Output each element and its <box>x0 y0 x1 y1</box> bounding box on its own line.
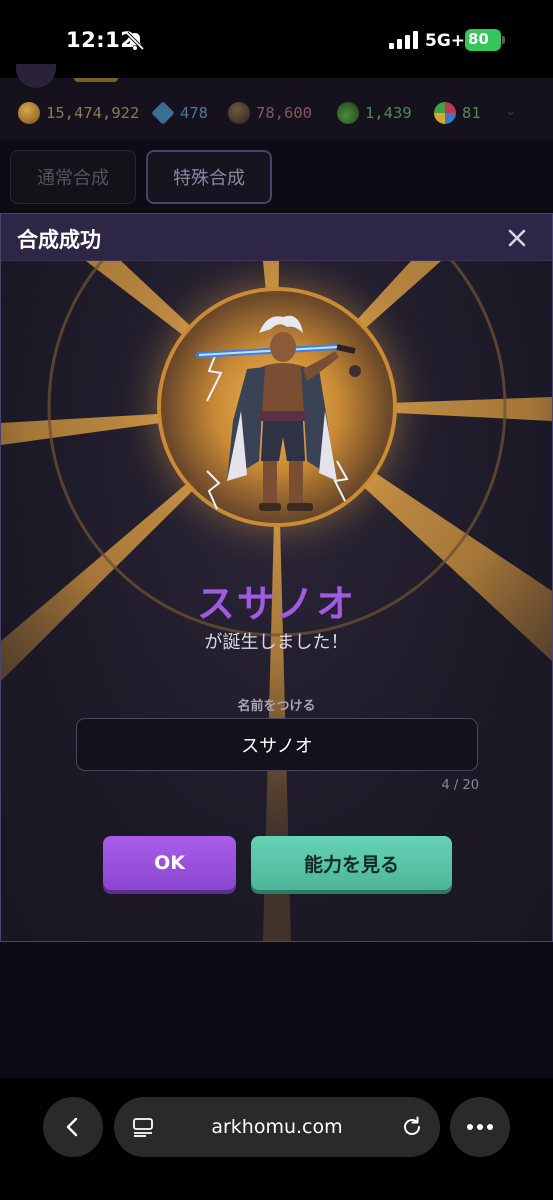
reload-icon[interactable] <box>400 1115 424 1139</box>
stone-value: 78,600 <box>256 104 312 122</box>
stone-counter: 78,600 <box>228 100 312 126</box>
gem-value: 478 <box>180 104 208 122</box>
gem-counter: 478 <box>151 100 208 126</box>
tab-special-synthesis[interactable]: 特殊合成 <box>146 150 272 204</box>
bell-slash-icon <box>125 31 145 51</box>
potion-value: 1,439 <box>365 104 412 122</box>
ellipsis-icon <box>467 1124 493 1130</box>
tab-normal-synthesis[interactable]: 通常合成 <box>10 150 136 204</box>
back-button[interactable] <box>43 1097 103 1157</box>
coin-icon <box>18 102 40 124</box>
status-bar: 12:12 5G+ 80 <box>0 0 553 78</box>
modal-header: 合成成功 <box>1 214 552 261</box>
network-label: 5G+ <box>425 31 466 51</box>
name-input[interactable] <box>76 718 478 771</box>
clover-value: 81 <box>462 104 481 122</box>
stone-icon <box>228 102 250 124</box>
chevron-left-icon <box>66 1117 78 1137</box>
chevron-down-icon[interactable]: ⌄ <box>505 104 516 119</box>
born-message: が誕生しました！ <box>204 632 349 653</box>
name-field-label: 名前をつける <box>237 699 316 714</box>
battery-level: 80 <box>468 30 489 48</box>
potion-counter: 1,439 <box>337 100 412 126</box>
address-bar[interactable]: arkhomu.com <box>114 1097 440 1157</box>
coin-counter: 15,474,922 <box>18 100 139 126</box>
character-count: 4 / 20 <box>441 778 479 793</box>
close-icon[interactable] <box>505 226 529 250</box>
modal-title: 合成成功 <box>17 228 101 252</box>
clover-icon <box>434 102 456 124</box>
modal-body: スサノオ が誕生しました！ 名前をつける 4 / 20 OK 能力を見る <box>1 261 552 941</box>
battery-indicator: 80 <box>465 29 505 51</box>
clover-counter: 81 <box>434 100 481 126</box>
view-ability-button[interactable]: 能力を見る <box>251 836 452 890</box>
url-text[interactable]: arkhomu.com <box>114 1116 440 1138</box>
coin-value: 15,474,922 <box>46 104 140 122</box>
gem-icon <box>151 101 175 125</box>
rank-badge <box>74 78 118 82</box>
ok-button[interactable]: OK <box>103 836 236 890</box>
character-name: スサノオ <box>196 582 357 626</box>
character-image <box>196 315 361 511</box>
potion-icon <box>337 102 359 124</box>
more-button[interactable] <box>450 1097 510 1157</box>
synthesis-success-modal: 合成成功 スサノオ が誕生しました！ 名前をつける スサノオ 4 / 20 OK… <box>0 213 553 942</box>
signal-icon <box>389 31 418 49</box>
